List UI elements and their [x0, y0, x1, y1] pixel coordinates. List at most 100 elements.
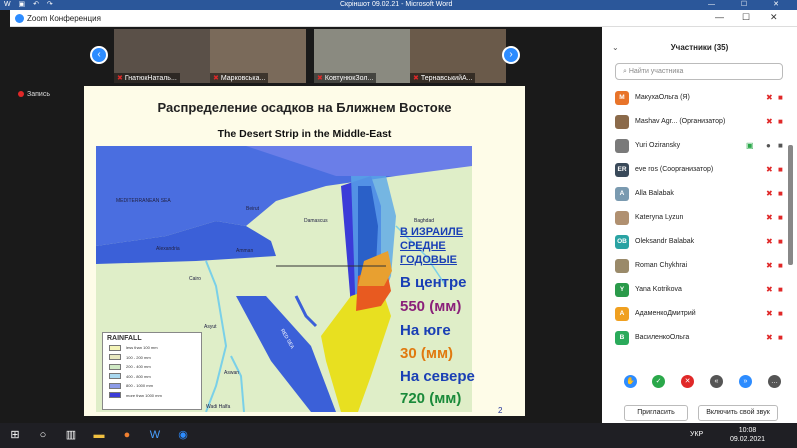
participant-row[interactable]: Mashav Agr... (Организатор) ✖ ■ — [602, 111, 797, 135]
video-thumbnail[interactable]: ✖ Марковська... — [210, 29, 306, 83]
muted-mic-icon: ✖ — [213, 75, 219, 82]
slide-title: Распределение осадков на Ближнем Востоке — [157, 100, 452, 115]
legend-swatch — [109, 344, 121, 351]
avatar: Y — [615, 283, 629, 297]
zoom-title-bar: Zoom Конференция — ☐ ✕ — [10, 10, 797, 27]
participant-row[interactable]: M МакухаОльга (Я) ✖ ■ — [602, 87, 797, 111]
yes-icon[interactable]: ✓ — [652, 375, 665, 388]
task-view-icon[interactable]: ▥ — [64, 428, 78, 442]
more-icon[interactable]: … — [768, 375, 781, 388]
rainfall-legend: RAINFALL less than 100 mm 100 - 200 mm 2… — [102, 332, 202, 410]
muted-mic-icon: ✖ — [766, 93, 773, 102]
firefox-icon[interactable]: ● — [120, 428, 134, 442]
participant-row[interactable]: OB Oleksandr Balabak ✖ ■ — [602, 231, 797, 255]
next-page-button[interactable]: › — [502, 46, 520, 64]
slide-page-number: 2 — [498, 406, 503, 415]
participant-row[interactable]: B ВасиленкоОльга ✖ ■ — [602, 327, 797, 351]
avatar: A — [615, 187, 629, 201]
slower-icon[interactable]: « — [710, 375, 723, 388]
avatar: OB — [615, 235, 629, 249]
participant-row[interactable]: ER eve ros (Соорганизатор) ✖ ■ — [602, 159, 797, 183]
video-thumbnail[interactable]: ✖ ТернавськийА... — [410, 29, 506, 83]
language-indicator[interactable]: УКР — [690, 431, 703, 438]
unmute-button[interactable]: Включить свой звук — [698, 405, 778, 421]
zoom-window: Zoom Конференция — ☐ ✕ ‹ ✖ ГнатюкНаталь..… — [10, 10, 797, 423]
annotation-text: На юге — [400, 322, 451, 339]
clock-time: 10:08 — [738, 427, 757, 434]
scrollbar[interactable] — [788, 145, 793, 265]
annotation-text: 30 (мм) — [400, 345, 454, 362]
record-icon — [18, 91, 24, 97]
avatar — [615, 139, 629, 153]
map-label: Damascus — [304, 218, 328, 224]
clock-date: 09.02.2021 — [730, 436, 766, 443]
participant-row[interactable]: A АдаменкоДмитрий ✖ ■ — [602, 303, 797, 327]
avatar — [615, 115, 629, 129]
invite-button[interactable]: Пригласить — [624, 405, 688, 421]
legend-swatch — [109, 363, 121, 370]
thumbnail-name: ✖ КовтунюкЗол... — [314, 73, 377, 83]
participant-search-input[interactable]: ⌕ Найти участника — [615, 63, 783, 80]
video-thumbnail-strip: ‹ ✖ ГнатюкНаталь... ✖ Марковська... ✖ Ковту… — [10, 27, 602, 87]
participant-name: Yana Kotrikova — [635, 286, 682, 293]
video-off-icon: ■ — [778, 165, 783, 174]
map-label: Baghdad — [414, 218, 435, 224]
muted-mic-icon: ✖ — [766, 117, 773, 126]
system-clock[interactable]: 10:08 09.02.2021 — [730, 426, 765, 444]
video-off-icon: ■ — [778, 333, 783, 342]
reaction-bar: ✋ ✓ ✕ « » … — [602, 375, 797, 391]
legend-swatch — [109, 382, 121, 389]
participants-title: Участники (35) — [670, 43, 729, 52]
legend-swatch — [109, 373, 121, 380]
participant-name: Roman Chykhrai — [635, 262, 688, 269]
annotation-text: ГОДОВЫЕ — [400, 254, 457, 266]
windows-start-icon[interactable]: ⊞ — [8, 428, 22, 442]
participant-name: АдаменкоДмитрий — [635, 310, 696, 317]
legend-swatch — [109, 392, 121, 399]
muted-mic-icon: ✖ — [766, 309, 773, 318]
participant-row[interactable]: Yuri Oziransky ▣ ● ■ — [602, 135, 797, 159]
muted-mic-icon: ✖ — [766, 213, 773, 222]
video-thumbnail[interactable]: ✖ ГнатюкНаталь... — [114, 29, 210, 83]
zoom-logo-icon — [15, 14, 24, 23]
participant-row[interactable]: Kateryna Lyzun ✖ ■ — [602, 207, 797, 231]
maximize-button[interactable]: ☐ — [742, 12, 750, 23]
participants-panel: ⌄ Участники (35) ⌕ Найти участника M Мак… — [602, 27, 797, 423]
video-thumbnail[interactable]: ✖ КовтунюкЗол... — [314, 29, 410, 83]
annotation-text: На севере — [400, 368, 475, 385]
muted-mic-icon: ✖ — [317, 75, 323, 82]
word-window-controls[interactable]: — ☐ ✕ — [708, 0, 791, 10]
faster-icon[interactable]: » — [739, 375, 752, 388]
participant-name: Kateryna Lyzun — [635, 214, 684, 221]
raise-hand-icon[interactable]: ✋ — [624, 375, 637, 388]
no-icon[interactable]: ✕ — [681, 375, 694, 388]
annotation-text: В центре — [400, 274, 467, 291]
video-off-icon: ■ — [778, 309, 783, 318]
map-label: Aswan — [224, 370, 240, 376]
muted-mic-icon: ✖ — [766, 285, 773, 294]
search-icon[interactable]: ○ — [36, 428, 50, 442]
participant-row[interactable]: Y Yana Kotrikova ✖ ■ — [602, 279, 797, 303]
zoom-icon[interactable]: ◉ — [176, 428, 190, 442]
legend-row: more than 1000 mm — [103, 391, 201, 401]
minimize-button[interactable]: — — [715, 12, 724, 22]
participant-name: Mashav Agr... (Организатор) — [635, 118, 726, 125]
avatar: A — [615, 307, 629, 321]
muted-mic-icon: ✖ — [766, 261, 773, 270]
previous-page-button[interactable]: ‹ — [90, 46, 108, 64]
file-explorer-icon[interactable]: ▬ — [92, 428, 106, 442]
video-on-icon: ■ — [778, 141, 783, 150]
annotation-text: 550 (мм) — [400, 298, 462, 315]
word-quick-access[interactable]: W ▣ ↶ ↷ — [4, 0, 56, 10]
close-button[interactable]: ✕ — [770, 12, 778, 23]
annotation-text: 720 (мм) — [400, 390, 462, 407]
legend-row: 200 - 400 mm — [103, 362, 201, 372]
participant-row[interactable]: A Alla Balabak ✖ ■ — [602, 183, 797, 207]
thumbnail-name: ✖ ТернавськийА... — [410, 73, 476, 83]
thumbnail-name: ✖ Марковська... — [210, 73, 269, 83]
video-off-icon: ■ — [778, 189, 783, 198]
annotation-text: В ИЗРАИЛЕ — [400, 226, 464, 238]
video-off-icon: ■ — [778, 93, 783, 102]
participant-row[interactable]: Roman Chykhrai ✖ ■ — [602, 255, 797, 279]
word-icon[interactable]: W — [148, 428, 162, 442]
